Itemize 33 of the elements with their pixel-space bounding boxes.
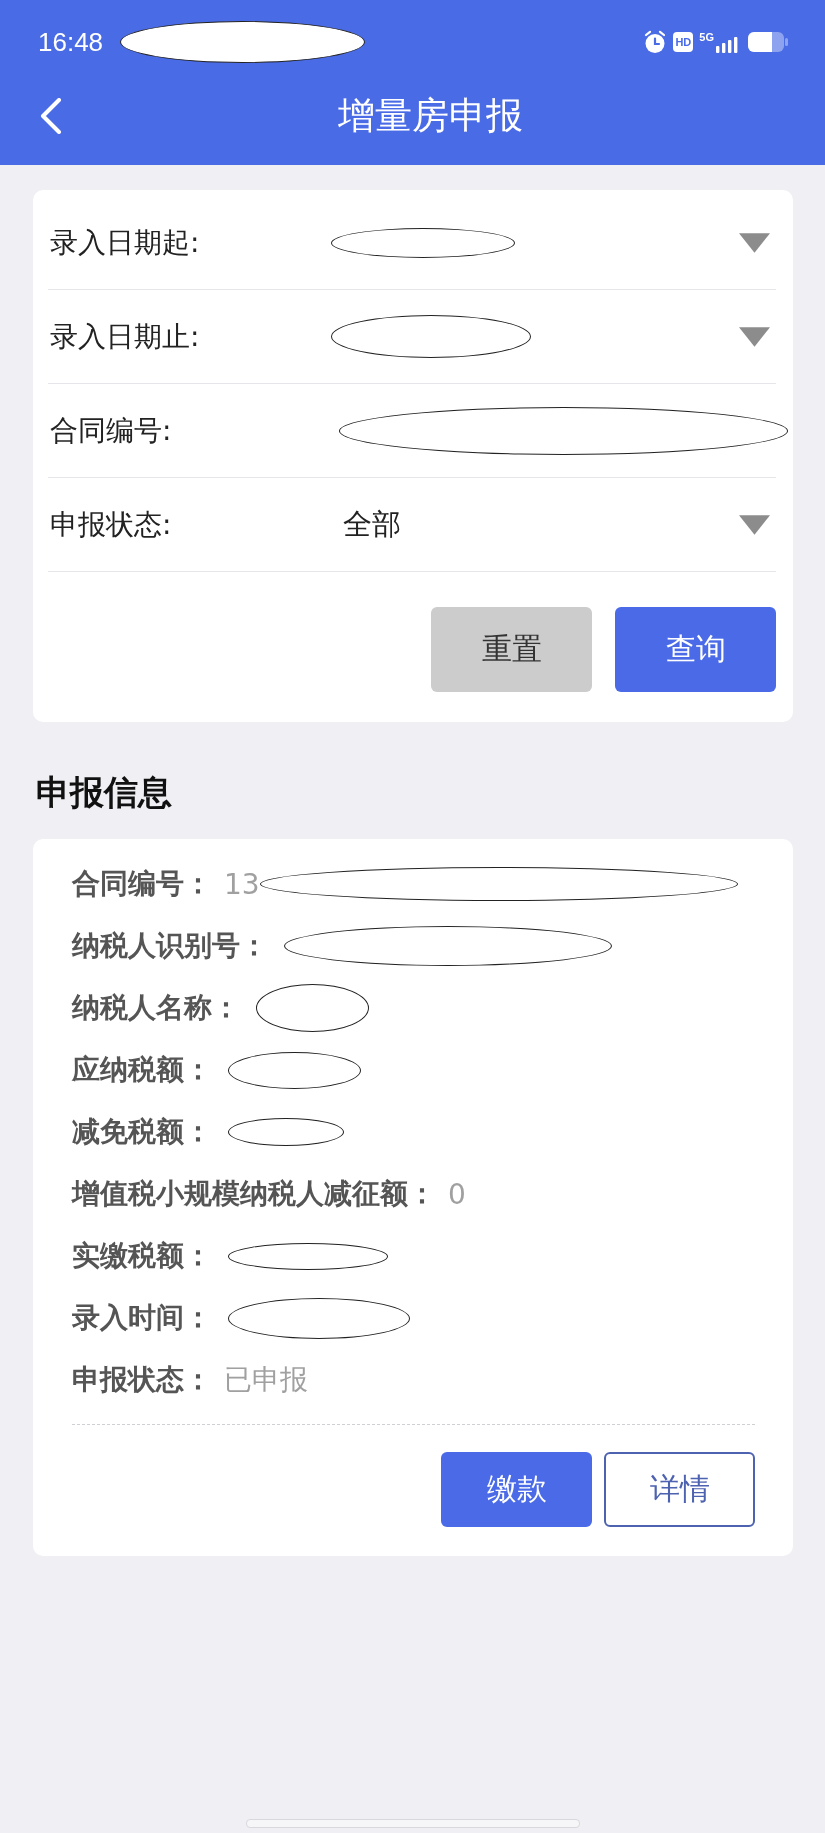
caret-icon — [739, 326, 770, 347]
record-label: 增值税小规模纳税人减征额： — [72, 1176, 436, 1212]
secondary-button[interactable]: 重置 — [431, 607, 592, 692]
record-label: 减免税额： — [72, 1114, 212, 1150]
page-title: 增量房申报 — [338, 93, 523, 139]
hd-badge: HD — [673, 32, 694, 52]
record-value: 0 — [448, 1177, 466, 1211]
caret-icon — [739, 232, 770, 253]
dropdown-field[interactable]: 全部 — [331, 494, 776, 555]
back-chevron-icon — [40, 98, 62, 134]
record-label: 实缴税额： — [72, 1238, 212, 1274]
field-label: 录入日期止: — [49, 318, 201, 355]
field-label: 申报状态: — [49, 506, 173, 543]
signal-bars-icon — [716, 37, 738, 53]
section-title: 申报信息 — [36, 772, 172, 812]
primary-button[interactable]: 缴款 — [441, 1452, 592, 1527]
network-label: 5G — [699, 31, 714, 43]
record-label: 申报状态： — [72, 1362, 212, 1398]
alarm-clock-icon — [643, 30, 668, 54]
record-label: 应纳税额： — [72, 1052, 212, 1088]
status-time: 16:48 — [38, 26, 104, 58]
field-label: 录入日期起: — [49, 224, 201, 261]
outline-button[interactable]: 详情 — [604, 1452, 755, 1527]
primary-button[interactable]: 查询 — [615, 607, 776, 692]
battery-icon — [748, 32, 788, 52]
record-value: 已申报 — [224, 1362, 308, 1398]
record-label: 录入时间： — [72, 1300, 212, 1336]
caret-icon — [739, 514, 770, 535]
record-label: 纳税人名称： — [72, 990, 240, 1026]
record-label: 合同编号： — [72, 866, 212, 902]
record-value: 13 — [224, 867, 260, 901]
field-label: 合同编号: — [49, 412, 173, 449]
record-label: 纳税人识别号： — [72, 928, 268, 964]
